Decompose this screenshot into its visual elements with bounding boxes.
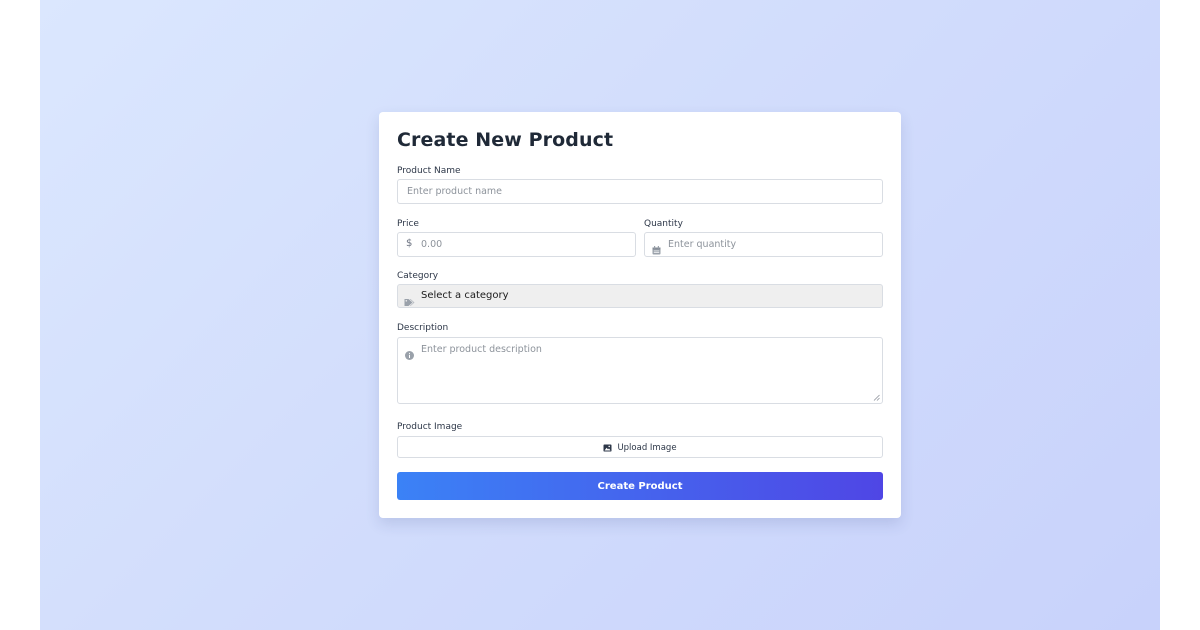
tag-icon [404, 292, 415, 311]
description-placeholder: Enter product description [421, 344, 542, 355]
upload-image-button[interactable]: Upload Image [397, 436, 883, 458]
price-label: Price [397, 219, 419, 229]
calendar-icon [652, 240, 661, 259]
page-background: Create New Product Product Name Enter pr… [40, 0, 1160, 630]
dollar-icon: $ [406, 238, 413, 249]
page-title: Create New Product [397, 129, 614, 151]
upload-image-label: Upload Image [617, 443, 677, 453]
price-input[interactable]: $ 0.00 [397, 232, 636, 257]
product-name-placeholder: Enter product name [407, 186, 503, 197]
quantity-label: Quantity [644, 219, 683, 229]
product-name-input[interactable]: Enter product name [397, 179, 883, 204]
category-label: Category [397, 271, 439, 281]
resize-handle-icon[interactable] [873, 394, 880, 401]
quantity-placeholder: Enter quantity [668, 239, 737, 250]
product-image-label: Product Image [397, 422, 463, 432]
quantity-input[interactable]: Enter quantity [644, 232, 883, 257]
description-label: Description [397, 323, 449, 333]
create-product-card: Create New Product Product Name Enter pr… [379, 112, 901, 518]
category-select[interactable]: Select a category [397, 284, 883, 308]
create-product-button[interactable]: Create Product [397, 472, 883, 500]
image-icon [603, 444, 612, 452]
info-icon [405, 345, 414, 364]
description-textarea[interactable]: Enter product description [397, 337, 883, 404]
category-selected-value: Select a category [421, 290, 509, 301]
product-name-label: Product Name [397, 166, 461, 176]
price-placeholder: 0.00 [421, 239, 443, 250]
